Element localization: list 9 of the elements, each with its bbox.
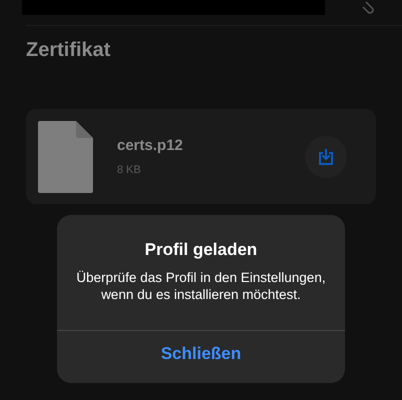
file-icon [38,120,93,192]
file-name: certs.p12 [117,136,184,156]
download-icon [317,148,335,166]
file-size: 8 KB [117,162,142,178]
close-button[interactable]: Schließen [57,330,345,376]
alert-title: Profil geladen [144,239,258,261]
download-button[interactable] [305,136,347,178]
section-title: Zertifikat [26,38,112,62]
alert-message: Überprüfe das Profil in den Einstellungen, wenn du es installieren möchtest. [75,268,327,302]
